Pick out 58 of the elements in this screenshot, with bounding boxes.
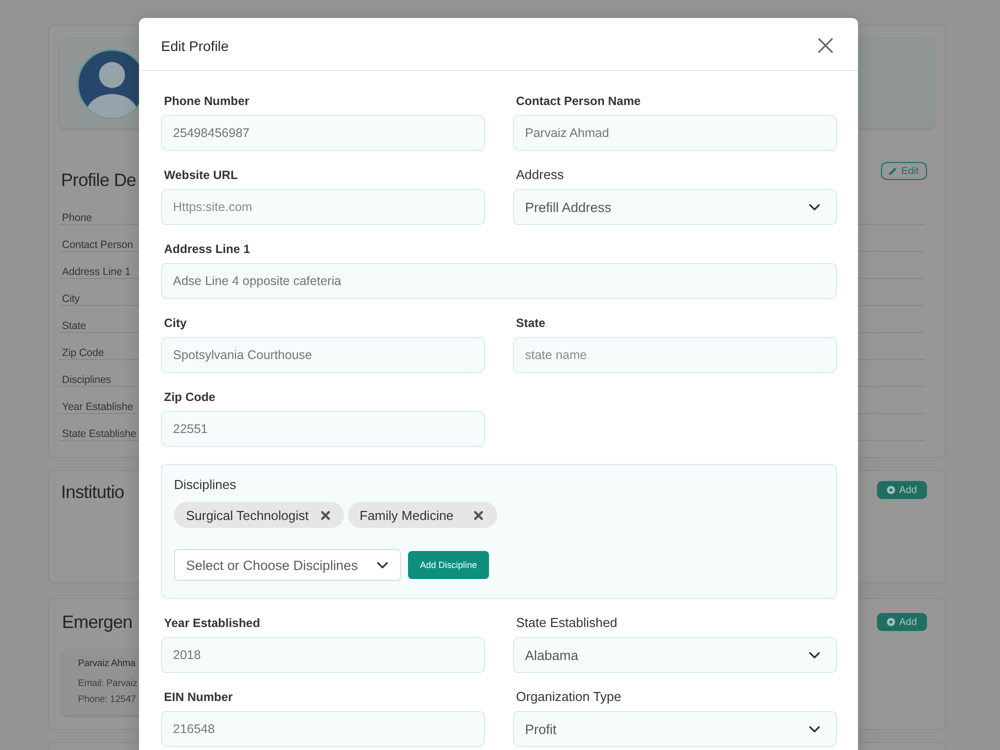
field-label: State: [515, 316, 546, 330]
field-label: EIN Number: [163, 690, 233, 704]
remove-icon[interactable]: [474, 510, 483, 520]
detail-label: Contact Person: [62, 238, 133, 252]
section-title: Profile De: [61, 169, 136, 191]
contact-phone: Phone: 12547: [78, 693, 136, 707]
input-field[interactable]: 22551: [161, 411, 485, 447]
pencil-icon: [889, 167, 898, 175]
input-field[interactable]: 25498456987: [161, 115, 485, 151]
dialog-title: Edit Profile: [161, 36, 229, 54]
close-button[interactable]: [818, 38, 833, 53]
field-label: Phone Number: [163, 94, 250, 108]
section-title: Emergen: [62, 611, 132, 633]
dropdown-field[interactable]: Alabama: [513, 637, 837, 673]
field-label: Website URL: [163, 168, 238, 182]
plus-circle-icon: [887, 618, 896, 626]
detail-label: Phone: [62, 211, 92, 225]
close-icon: [818, 38, 833, 53]
detail-label: City: [62, 292, 80, 306]
contact-name: Parvaiz Ahma: [78, 657, 136, 671]
field-label: City: [163, 316, 187, 330]
detail-label: Zip Code: [62, 346, 104, 360]
add-button[interactable]: Add: [877, 613, 927, 631]
remove-icon[interactable]: [320, 510, 330, 520]
input-field[interactable]: Spotsylvania Courthouse: [161, 337, 485, 373]
detail-label: State: [62, 319, 86, 333]
detail-label: State Establishe: [62, 427, 136, 441]
chevron-down-icon: [377, 562, 388, 568]
dropdown-field[interactable]: Profit: [513, 711, 837, 747]
section-title: Institutio: [61, 481, 124, 503]
detail-label: Address Line 1: [62, 265, 131, 279]
input-field[interactable]: Adse Line 4 opposite cafeteria: [161, 263, 837, 299]
field-label: State Established: [515, 616, 618, 630]
field-label: Address Line 1: [163, 242, 250, 256]
add-button[interactable]: Add: [877, 481, 927, 499]
dropdown-field[interactable]: Prefill Address: [513, 189, 837, 225]
input-field[interactable]: Https:site.com: [161, 189, 485, 225]
field-label: Zip Code: [163, 390, 216, 404]
field-label: Year Established: [163, 616, 260, 630]
plus-circle-icon: [887, 486, 896, 494]
field-label: Address: [515, 168, 564, 182]
add-discipline-button[interactable]: Add Discipline: [408, 551, 489, 579]
field-label: Disciplines: [174, 478, 236, 492]
tag-label: Family Medicine: [360, 508, 454, 522]
input-field[interactable]: 2018: [161, 637, 485, 673]
detail-label: Disciplines: [62, 373, 112, 387]
chevron-down-icon: [809, 652, 820, 658]
input-field[interactable]: state name: [513, 337, 837, 373]
dropdown-field[interactable]: Select or Choose Disciplines: [174, 549, 401, 581]
input-field[interactable]: Parvaiz Ahmad: [513, 115, 837, 151]
field-label: Organization Type: [515, 690, 622, 704]
chevron-down-icon: [809, 726, 820, 732]
input-field[interactable]: 216548: [161, 711, 485, 747]
tag-label: Surgical Technologist: [186, 508, 309, 522]
detail-label: Year Establishe: [62, 400, 134, 414]
contact-email: Email: Parvaiz: [78, 677, 138, 691]
chevron-down-icon: [809, 204, 820, 210]
field-label: Contact Person Name: [515, 94, 641, 108]
